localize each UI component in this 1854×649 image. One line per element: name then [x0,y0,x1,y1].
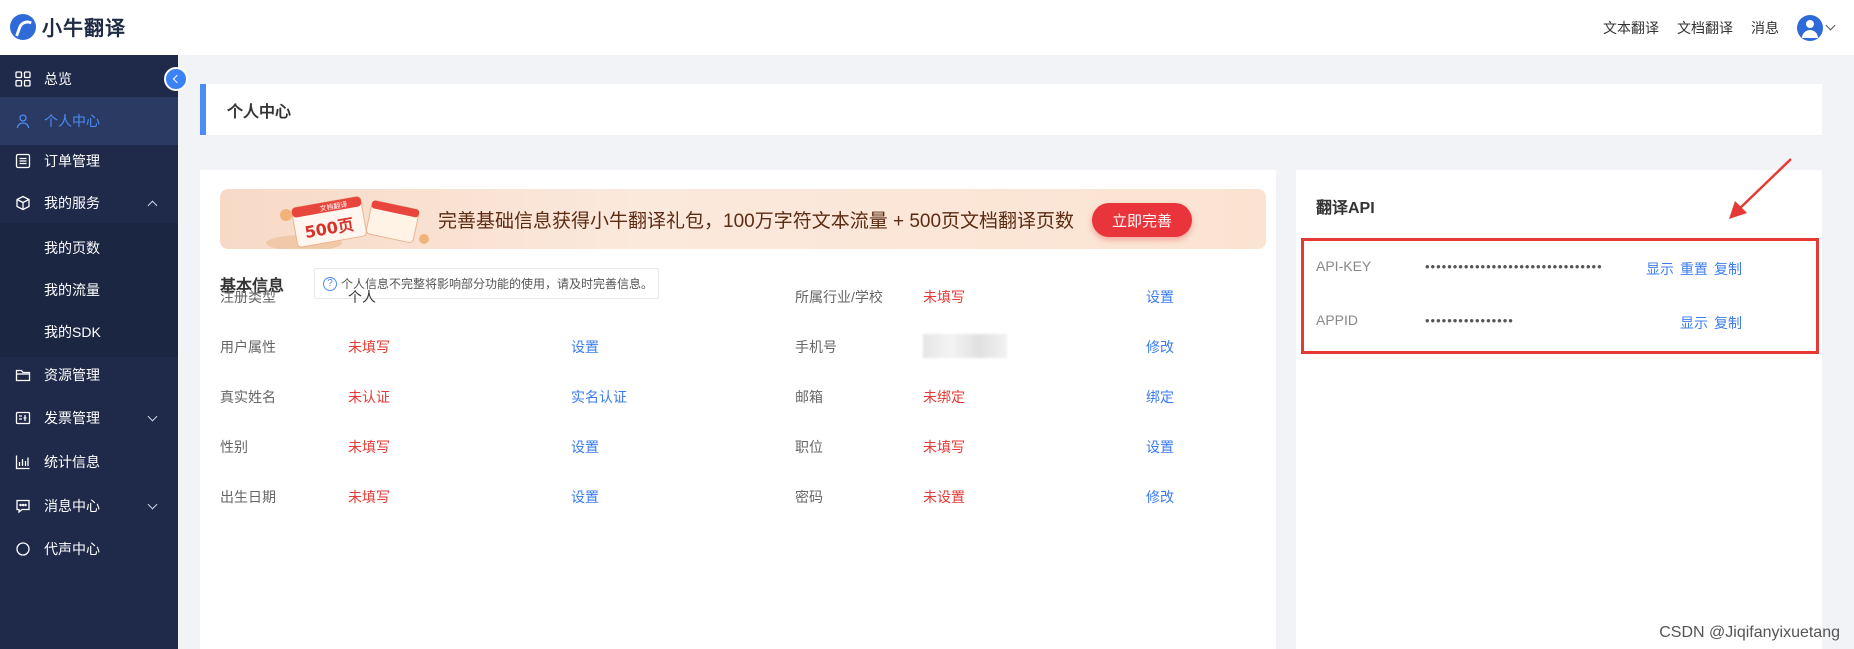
field-label-industry: 所属行业/学校 [795,289,883,305]
sidebar-item-label: 我的服务 [44,195,100,211]
watermark: CSDN @Jiqifanyixuetang [1659,624,1840,641]
show-appid-button[interactable]: 显示 [1680,313,1708,333]
field-label-gender: 性别 [220,439,248,455]
chevron-left-icon [172,74,182,84]
field-label-birthdate: 出生日期 [220,489,276,505]
set-birthdate-link[interactable]: 设置 [571,487,599,507]
basic-info-card: 文档翻译 500页 完善基础信息获得小牛翻译礼包，100万字符文本流量 + 50… [200,170,1276,649]
sidebar-item-label: 资源管理 [44,367,100,383]
nav-text-translate[interactable]: 文本翻译 [1603,18,1659,38]
logo-text: 小牛翻译 [42,18,126,40]
sidebar-item-my-services[interactable]: 我的服务 [0,179,178,227]
api-key-label: API-KEY [1316,258,1372,274]
set-gender-link[interactable]: 设置 [571,437,599,457]
sidebar-item-label: 统计信息 [44,454,100,470]
person-icon [14,112,32,130]
reset-api-key-button[interactable]: 重置 [1680,259,1708,279]
appid-value: •••••••••••••••• [1425,313,1514,328]
top-nav: 文本翻译 文档翻译 消息 [1603,0,1836,55]
field-label-real-name: 真实姓名 [220,389,276,405]
field-label-position: 职位 [795,439,823,455]
sidebar-subitem-my-sdk[interactable]: 我的SDK [0,307,178,357]
field-value-industry: 未填写 [923,289,965,305]
field-value-birthdate: 未填写 [348,489,390,505]
user-menu[interactable] [1797,14,1836,41]
chart-icon [14,453,32,471]
copy-appid-button[interactable]: 复制 [1714,313,1742,333]
api-card-title: 翻译API [1316,200,1375,217]
grid-icon [14,70,32,88]
api-credentials-highlight: API-KEY ••••••••••••••••••••••••••••••••… [1301,238,1819,354]
nav-messages[interactable]: 消息 [1751,18,1779,38]
list-icon [14,152,32,170]
sidebar-item-label: 代声中心 [44,541,100,557]
modify-password-link[interactable]: 修改 [1146,487,1174,507]
top-header: 小牛翻译 文本翻译 文档翻译 消息 [0,0,1854,55]
field-value-registration-type: 个人 [348,289,376,305]
field-value-position: 未填写 [923,439,965,455]
page-title-text: 个人中心 [227,103,292,121]
sidebar-item-label: 总览 [44,71,72,87]
folder-icon [14,366,32,384]
sidebar-item-label: 消息中心 [44,498,100,514]
sidebar-subitem-label: 我的流量 [44,282,100,298]
translation-api-card: 翻译API API-KEY ••••••••••••••••••••••••••… [1296,170,1822,649]
bind-email-link[interactable]: 绑定 [1146,387,1174,407]
sidebar-item-invoices[interactable]: 发票管理 [0,394,178,442]
sidebar-item-partial[interactable]: 代声中心 [0,525,178,573]
sidebar-item-overview[interactable]: 总览 [0,55,178,103]
chevron-up-icon [147,200,158,210]
field-value-real-name: 未认证 [348,389,390,405]
page-title: 个人中心 [200,84,1822,135]
field-value-phone-blurred [923,334,1007,358]
sidebar-item-label: 发票管理 [44,410,100,426]
logo-icon [10,13,36,40]
misc-icon [14,540,32,558]
sidebar: 总览 个人中心 订单管理 我的服务 我的页数 我的流量 我的SDK 资源管理 发… [0,55,178,649]
real-name-verify-link[interactable]: 实名认证 [571,387,627,407]
appid-label: APPID [1316,312,1359,328]
field-label-password: 密码 [795,489,823,505]
banner-text: 完善基础信息获得小牛翻译礼包，100万字符文本流量 + 500页文档翻译页数 [438,210,1075,232]
sidebar-subitem-label: 我的页数 [44,240,100,256]
field-value-password: 未设置 [923,489,965,505]
invoice-icon [14,409,32,427]
field-label-phone: 手机号 [795,339,837,355]
sidebar-item-statistics[interactable]: 统计信息 [0,438,178,486]
chevron-down-icon [1825,20,1836,31]
field-value-email: 未绑定 [923,389,965,405]
field-value-user-attribute: 未填写 [348,339,390,355]
hint-text: 个人信息不完整将影响部分功能的使用，请及时完善信息。 [341,277,654,291]
nav-doc-translate[interactable]: 文档翻译 [1677,18,1733,38]
box-icon [14,194,32,212]
set-user-attribute-link[interactable]: 设置 [571,337,599,357]
modify-phone-link[interactable]: 修改 [1146,337,1174,357]
message-icon [14,497,32,515]
field-value-gender: 未填写 [348,439,390,455]
field-label-user-attribute: 用户属性 [220,339,276,355]
copy-api-key-button[interactable]: 复制 [1714,259,1742,279]
gift-coupon-icon: 文档翻译 500页 [266,196,429,249]
sidebar-item-orders[interactable]: 订单管理 [0,137,178,185]
field-label-email: 邮箱 [795,389,823,405]
complete-now-button[interactable]: 立即完善 [1092,203,1192,237]
set-position-link[interactable]: 设置 [1146,437,1174,457]
api-key-value: •••••••••••••••••••••••••••••••• [1425,259,1603,274]
logo[interactable]: 小牛翻译 [10,12,126,41]
promo-banner: 文档翻译 500页 完善基础信息获得小牛翻译礼包，100万字符文本流量 + 50… [220,189,1266,249]
annotation-arrow-icon [1729,158,1792,219]
chevron-down-icon [147,499,158,509]
sidebar-item-resources[interactable]: 资源管理 [0,351,178,399]
show-api-key-button[interactable]: 显示 [1646,259,1674,279]
sidebar-item-label: 个人中心 [44,113,100,129]
field-label-registration-type: 注册类型 [220,289,276,305]
question-icon: ? [323,276,337,291]
sidebar-item-label: 订单管理 [44,153,100,169]
sidebar-item-message-center[interactable]: 消息中心 [0,482,178,530]
sidebar-subitem-label: 我的SDK [44,324,101,340]
set-industry-link[interactable]: 设置 [1146,287,1174,307]
sidebar-collapse-button[interactable] [164,67,188,91]
chevron-down-icon [147,411,158,421]
avatar-icon [1797,14,1823,41]
